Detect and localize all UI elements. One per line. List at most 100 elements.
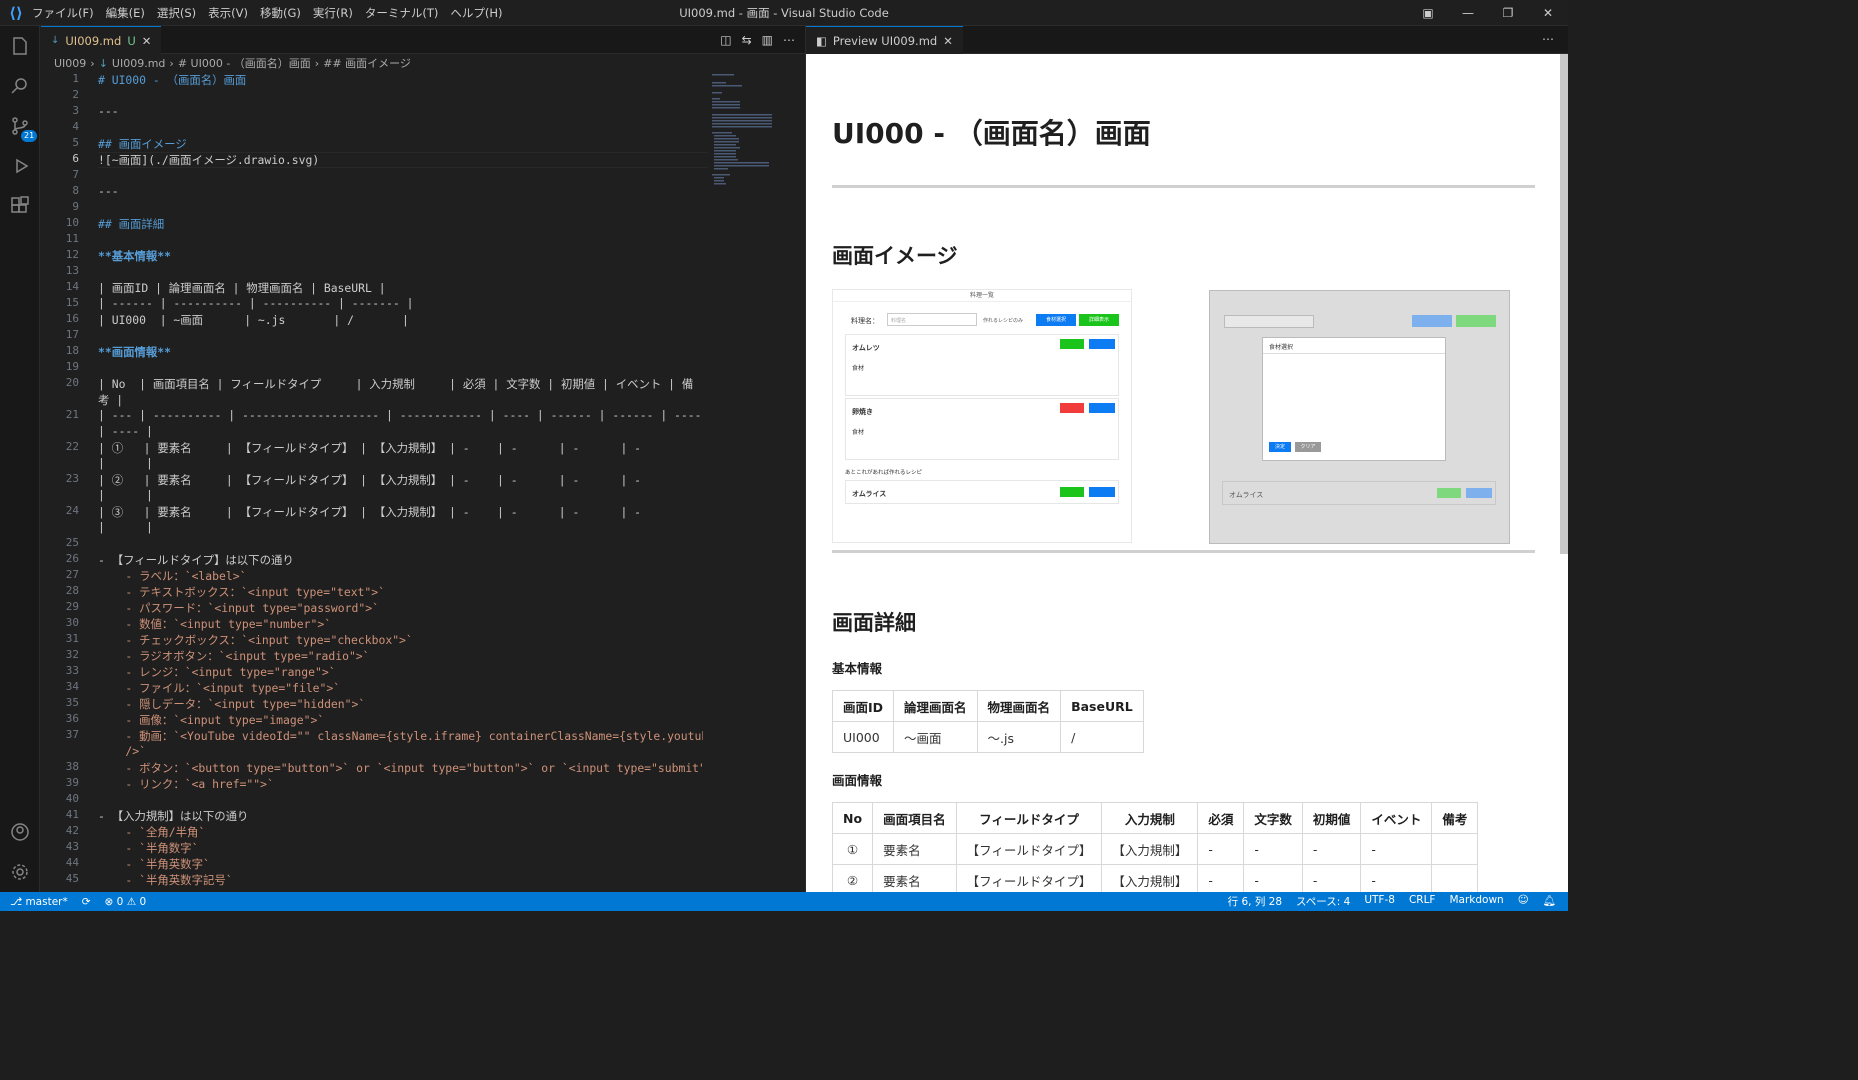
table-cell: 要素名 — [872, 864, 957, 892]
indentation[interactable]: スペース: 4 — [1296, 894, 1350, 909]
minimap[interactable] — [712, 72, 772, 192]
line-number: 13 — [65, 264, 79, 277]
code-line: | ② | 要素名 | 【フィールドタイプ】 | 【入力規制】 | - | - … — [98, 473, 642, 487]
restore-icon[interactable]: ❐ — [1488, 0, 1528, 26]
table-cell: 【フィールドタイプ】 — [955, 864, 1103, 892]
mock-card-title: オムレツ — [852, 344, 880, 352]
line-number: 33 — [65, 664, 79, 677]
code-line: ## 画面イメージ — [98, 137, 187, 151]
code-line: - 【入力規制】は以下の通り — [98, 809, 249, 823]
code-editor[interactable]: 1 # UI000 - （画面名）画面 2 3 --- 4 5 ## 画面イメージ 6 ![~画面… — [41, 72, 805, 892]
close-tab-icon[interactable]: ✕ — [142, 34, 152, 48]
feedback-icon[interactable]: ☺ — [1518, 894, 1529, 909]
menu-item[interactable]: ヘルプ(H) — [450, 6, 502, 20]
breadcrumb-heading-1[interactable]: # UI000 - （画面名）画面 — [178, 55, 311, 71]
menu-item[interactable]: 移動(G) — [260, 6, 301, 20]
line-number: 11 — [65, 232, 79, 245]
open-preview-icon[interactable]: ◫ — [720, 33, 731, 47]
markdown-preview: ◧ Preview UI009.md ✕ ⋯ UI000 - （画面名）画面 画… — [805, 26, 1568, 892]
problems-indicator[interactable]: ⊗ 0 ⚠ 0 — [105, 896, 147, 908]
line-number: 26 — [65, 552, 79, 565]
screen-mockup-list: 料理一覧 料理名： 料理名 作れるレシピのみ 食材選択 詳細表示 オムレツ 食材… — [832, 289, 1132, 543]
cursor-position[interactable]: 行 6, 列 28 — [1228, 894, 1282, 909]
table-cell: ～画面 — [893, 721, 978, 753]
split-editor-icon[interactable]: ▥ — [762, 33, 773, 47]
tab-ui009-md[interactable]: ↓ UI009.md U ✕ — [41, 26, 162, 54]
layout-icon[interactable]: ▣ — [1408, 0, 1448, 26]
close-window-icon[interactable]: ✕ — [1528, 0, 1568, 26]
table-cell: / — [1060, 721, 1144, 753]
table-header: 画面項目名 — [872, 802, 957, 834]
line-number: 25 — [65, 536, 79, 549]
line-number: 36 — [65, 712, 79, 725]
tab-preview[interactable]: ◧ Preview UI009.md ✕ — [806, 26, 963, 54]
breadcrumb-folder[interactable]: UI009 — [54, 57, 86, 70]
editor-actions: ◫ ⇆ ▥ ⋯ — [720, 26, 795, 54]
image-heading: 画面イメージ — [832, 244, 958, 268]
activity-bar: 21 — [0, 26, 40, 892]
table-cell: 【入力規制】 — [1101, 864, 1199, 892]
code-line: | ① | 要素名 | 【フィールドタイプ】 | 【入力規制】 | - | - … — [98, 441, 642, 455]
warning-count: 0 — [139, 895, 147, 908]
menu-item[interactable]: ターミナル(T) — [365, 6, 439, 20]
table-header: フィールドタイプ — [955, 802, 1103, 834]
line-number: 41 — [65, 808, 79, 821]
minimize-icon[interactable]: — — [1448, 0, 1488, 26]
sync-icon[interactable]: ⟳ — [82, 896, 91, 908]
table-header: 画面ID — [832, 690, 895, 722]
branch-indicator[interactable]: ⎇ master* — [10, 896, 68, 908]
source-control-badge: 21 — [21, 130, 38, 142]
line-number: 1 — [72, 72, 79, 85]
line-number: 30 — [65, 616, 79, 629]
encoding[interactable]: UTF-8 — [1364, 894, 1395, 909]
source-control-icon[interactable]: 21 — [0, 106, 40, 146]
line-ending[interactable]: CRLF — [1409, 894, 1436, 909]
code-line: **基本情報** — [98, 249, 171, 263]
account-icon[interactable] — [0, 812, 40, 852]
mock-ingredients: 食材 — [852, 429, 865, 436]
preview-scrollbar[interactable] — [1560, 54, 1568, 554]
breadcrumb-heading-2[interactable]: ## 画面イメージ — [323, 55, 411, 71]
extensions-icon[interactable] — [0, 186, 40, 226]
code-line: - 隠しデータ：`<input type="hidden">` — [98, 697, 366, 711]
more-actions-icon[interactable]: ⋯ — [783, 33, 795, 47]
settings-gear-icon[interactable] — [0, 852, 40, 892]
line-number: 17 — [65, 328, 79, 341]
mock-title: 料理一覧 — [833, 290, 1131, 302]
screen-info-table: No 画面項目名 フィールドタイプ 入力規制 必須 文字数 初期値 イベント 備考 ① 要素名 【フィ… — [832, 802, 1479, 892]
menu-item[interactable]: ファイル(F) — [32, 6, 94, 20]
line-number: 8 — [72, 184, 79, 197]
breadcrumb-file[interactable]: UI009.md — [112, 57, 166, 70]
notifications-icon[interactable]: 🔔︎ — [1543, 894, 1556, 909]
mock-blue-button: 食材選択 — [1036, 314, 1076, 326]
mock-card-title: 卵焼き — [852, 408, 873, 416]
explorer-icon[interactable] — [0, 26, 40, 66]
line-number: 10 — [65, 216, 79, 229]
mock-card-blue — [1089, 487, 1115, 497]
table-header: 論理画面名 — [893, 690, 978, 722]
line-number: 40 — [65, 792, 79, 805]
close-tab-icon[interactable]: ✕ — [943, 34, 953, 48]
more-actions-icon[interactable]: ⋯ — [1542, 32, 1554, 46]
mock-card-title: オムライス — [1229, 491, 1264, 499]
line-number: 29 — [65, 600, 79, 613]
compare-changes-icon[interactable]: ⇆ — [742, 33, 752, 47]
menu-item[interactable]: 選択(S) — [157, 6, 196, 20]
run-debug-icon[interactable] — [0, 146, 40, 186]
mock-ok-button: 決定 — [1269, 442, 1291, 452]
code-line: | ---- | — [98, 424, 153, 438]
table-header: 入力規制 — [1101, 802, 1199, 834]
search-icon[interactable] — [0, 66, 40, 106]
line-number: 16 — [65, 312, 79, 325]
table-header: 文字数 — [1243, 802, 1303, 834]
language-mode[interactable]: Markdown — [1449, 894, 1503, 909]
menu-item[interactable]: 表示(V) — [208, 6, 248, 20]
table-cell: 【フィールドタイプ】 — [955, 833, 1103, 865]
table-cell: - — [1360, 864, 1433, 892]
menu-item[interactable]: 実行(R) — [313, 6, 353, 20]
line-number: 43 — [65, 840, 79, 853]
menu-item[interactable]: 編集(E) — [106, 6, 145, 20]
table-cell: - — [1301, 833, 1362, 865]
code-line: - 動画：`<YouTube videoId="" className={sty… — [98, 729, 703, 743]
mock-card-green — [1060, 487, 1084, 497]
